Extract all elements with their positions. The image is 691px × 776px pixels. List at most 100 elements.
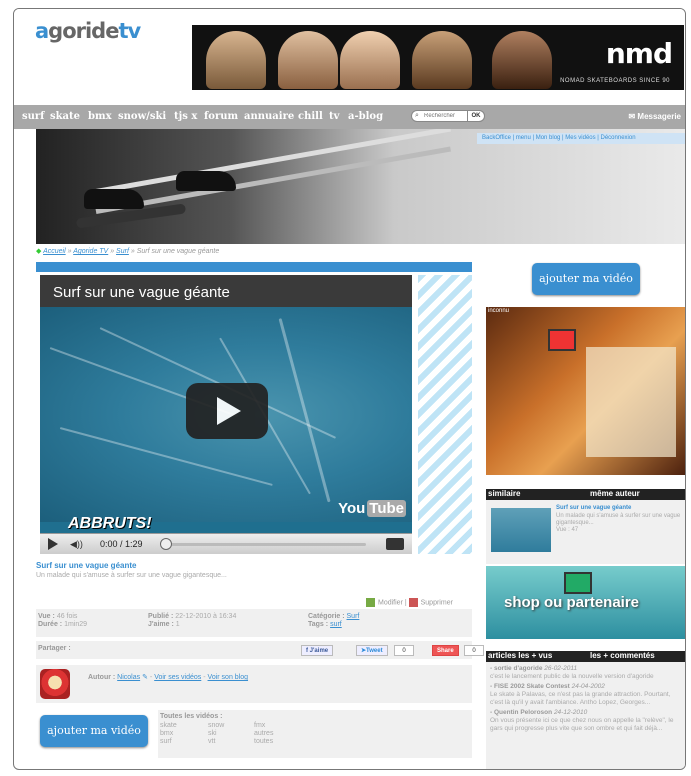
ad-photo-2 — [278, 31, 338, 89]
section-bar — [36, 262, 472, 272]
all-videos-link[interactable]: bmx — [160, 730, 177, 738]
all-videos-link[interactable]: autres — [254, 730, 273, 738]
breadcrumb-agoride-tv[interactable]: Agoride TV — [73, 248, 108, 255]
ad-banner[interactable]: nmd NOMAD SKATEBOARDS SINCE 90 — [192, 25, 684, 90]
nav-item-chill[interactable]: chill — [298, 111, 323, 122]
tag-link[interactable]: surf — [330, 621, 342, 628]
video-player[interactable]: Surf sur une vague géante ABBRUTS! You Tu… — [40, 275, 412, 554]
all-videos-link[interactable]: toutes — [254, 738, 273, 746]
likes-value: 1 — [175, 621, 180, 628]
delete-icon — [408, 598, 418, 607]
image-shelf — [586, 347, 676, 457]
nav-item-skate[interactable]: skate — [50, 111, 80, 122]
author-box: Autour : Nicolas ✎ - Voir ses vidéos - V… — [36, 665, 472, 703]
add-video-button-top[interactable]: ajouter ma vidéo — [532, 263, 640, 295]
site-logo[interactable]: agoridetv — [35, 19, 141, 43]
ad-photo-5 — [492, 31, 552, 89]
modify-link[interactable]: Modifier — [378, 599, 403, 606]
search-input[interactable] — [424, 111, 466, 121]
breadcrumb-home[interactable]: Accueil — [43, 248, 66, 255]
shoe — [176, 171, 236, 191]
all-videos-link[interactable]: ski — [208, 730, 224, 738]
edit-icon — [366, 598, 375, 607]
all-videos-link[interactable]: skate — [160, 722, 177, 730]
video-description: Un malade qui s'amuse à surfer sur une v… — [36, 572, 227, 579]
articles-tabs: articles les + vus les + commentés — [486, 651, 685, 662]
author-info: Autour : Nicolas ✎ - Voir ses vidéos - V… — [88, 674, 249, 681]
shoe — [84, 189, 144, 209]
nav-item-snow-ski[interactable]: snow/ski — [118, 111, 166, 122]
nav-item-a-blog[interactable]: a-blog — [348, 111, 383, 122]
youtube-logo[interactable]: You Tube — [336, 500, 406, 517]
share-label: Partager : — [38, 645, 71, 652]
list-item[interactable]: - sortie d'agoride 26-02-2011 c'est le la… — [490, 665, 683, 681]
all-videos-link[interactable]: vtt — [208, 738, 224, 746]
breadcrumb-surf[interactable]: Surf — [116, 248, 129, 255]
nav-item-tv[interactable]: tv — [329, 111, 339, 122]
similar-tabs: similaire même auteur — [486, 489, 685, 500]
all-videos-box: Toutes les vidéos : skate bmx surf snow … — [158, 710, 472, 758]
shop-sticker — [564, 572, 592, 594]
share-count: 0 — [464, 645, 484, 656]
all-videos-link[interactable]: surf — [160, 738, 177, 746]
messages-link[interactable]: ✉ Messagerie — [628, 112, 681, 121]
ad-photo-3 — [340, 31, 400, 89]
video-time: 0:00 / 1:29 — [100, 539, 143, 549]
category-link[interactable]: Surf — [347, 613, 360, 620]
facebook-like-button[interactable]: f J'aime — [301, 645, 334, 656]
all-videos-link[interactable]: snow — [208, 722, 224, 730]
volume-icon[interactable]: ◀)) — [70, 539, 83, 550]
tab-most-commented[interactable]: les + commentés — [590, 651, 655, 660]
breadcrumb: ◆ Accueil » Agoride TV » Surf » Surf sur… — [36, 248, 220, 255]
progress-track[interactable] — [166, 543, 366, 546]
user-menu[interactable]: BackOffice | menu | Mon blog | Mes vidéo… — [477, 133, 685, 144]
all-videos-link[interactable]: fmx — [254, 722, 273, 730]
user-icon: ✎ — [142, 674, 148, 681]
video-meta: Vue : 46 fois Durée : 1min29 Publié : 22… — [36, 609, 472, 637]
author-blog-link[interactable]: Voir son blog — [208, 674, 248, 681]
fullscreen-icon[interactable] — [386, 538, 404, 550]
similar-title[interactable]: Surf sur une vague géante — [556, 505, 681, 511]
ad-photo-1 — [206, 31, 266, 89]
rail — [95, 129, 451, 194]
delete-link[interactable]: Supprimer — [421, 599, 453, 606]
nav-item-forum[interactable]: forum — [204, 111, 238, 122]
tweet-count: 0 — [394, 645, 414, 656]
list-item[interactable]: - Quentin Peloroson 24-12-2010 On vous pr… — [490, 709, 683, 733]
nav-item-annuaire[interactable]: annuaire — [244, 111, 294, 122]
nav-item-tjsx[interactable]: tjs x — [174, 111, 197, 122]
share-button[interactable]: Share — [432, 645, 459, 656]
author-videos-link[interactable]: Voir ses vidéos — [154, 674, 201, 681]
video-title-bar[interactable]: Surf sur une vague géante — [40, 275, 412, 307]
tab-most-viewed[interactable]: articles les + vus — [488, 651, 552, 660]
similar-video[interactable]: Surf sur une vague géante Un malade qui … — [486, 500, 685, 564]
add-video-button[interactable]: ajouter ma vidéo — [40, 715, 148, 747]
shop-label: shop ou partenaire — [504, 594, 640, 611]
video-title[interactable]: Surf sur une vague géante — [36, 561, 136, 570]
nav-item-surf[interactable]: surf — [22, 111, 44, 122]
author-name-link[interactable]: Nicolas — [117, 674, 140, 681]
ad-tagline: NOMAD SKATEBOARDS SINCE 90 — [560, 78, 670, 84]
play-button[interactable] — [186, 383, 268, 439]
tweet-button[interactable]: ➤Tweet — [356, 645, 388, 656]
list-item[interactable]: - FISE 2002 Skate Contest 24-04-2002 Le s… — [490, 683, 683, 707]
avatar[interactable] — [40, 669, 70, 699]
tab-similar[interactable]: similaire — [488, 489, 520, 498]
share-bar: Partager : f J'aime ➤Tweet 0 Share 0 — [36, 641, 484, 659]
main-nav: surf skate bmx snow/ski tjs x forum annu… — [14, 105, 685, 129]
wave-line — [278, 318, 331, 503]
progress-knob[interactable] — [160, 538, 172, 550]
featured-image[interactable]: inconnu — [486, 307, 685, 475]
nav-item-bmx[interactable]: bmx — [88, 111, 112, 122]
search-ok-button[interactable]: OK — [467, 110, 485, 122]
video-overlay-text: ABBRUTS! — [68, 515, 152, 532]
shop-banner[interactable]: shop ou partenaire — [486, 566, 685, 639]
articles-list: - sortie d'agoride 26-02-2011 c'est le la… — [486, 662, 685, 769]
play-icon[interactable] — [48, 538, 58, 550]
similar-description: Un malade qui s'amuse à surfer sur une v… — [556, 513, 681, 533]
ad-photo-4 — [412, 31, 472, 89]
views-value: 46 fois — [56, 613, 78, 620]
tab-same-author[interactable]: même auteur — [590, 489, 640, 498]
similar-thumbnail[interactable] — [491, 508, 551, 552]
video-actions: Modifier | Supprimer — [366, 598, 453, 607]
